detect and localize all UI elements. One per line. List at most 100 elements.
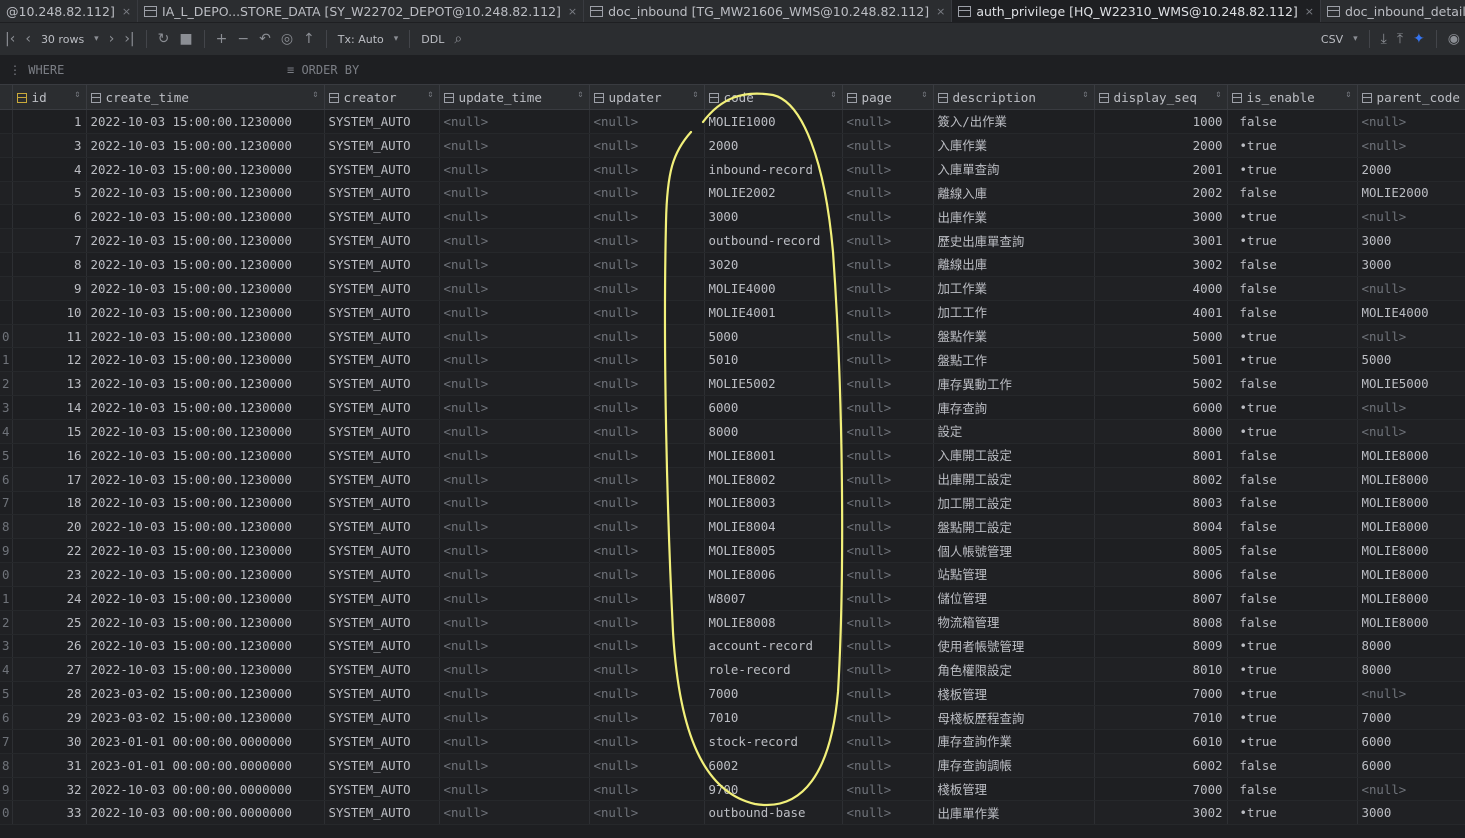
last-page-icon[interactable]: ›| <box>119 31 139 47</box>
cell-is_enable[interactable]: •true <box>1227 228 1358 254</box>
sort-icon[interactable]: ⇕ <box>312 89 318 100</box>
cell-description[interactable]: 離線入庫 <box>933 181 1095 206</box>
cell-creator[interactable]: SYSTEM_AUTO <box>324 467 440 492</box>
close-icon[interactable]: × <box>936 5 945 18</box>
rows-count-dropdown[interactable]: 30 rows <box>36 33 89 46</box>
cell-creator[interactable]: SYSTEM_AUTO <box>324 610 440 635</box>
prev-page-icon[interactable]: ‹ <box>20 31 36 47</box>
sort-icon[interactable]: ⇕ <box>427 89 433 100</box>
cell-id[interactable]: 33 <box>12 800 87 826</box>
cell-create_time[interactable]: 2022-10-03 15:00:00.1230000 <box>86 204 325 230</box>
cell-update_time[interactable]: <null> <box>439 777 590 802</box>
cell-create_time[interactable]: 2022-10-03 15:00:00.1230000 <box>86 109 325 134</box>
cell-create_time[interactable]: 2022-10-03 15:00:00.1230000 <box>86 324 325 349</box>
cell-is_enable[interactable]: •true <box>1227 634 1358 659</box>
cell-code[interactable]: MOLIE4000 <box>704 276 843 301</box>
cell-parent_code[interactable]: 8000 <box>1357 657 1465 683</box>
cell-code[interactable]: inbound-record <box>704 157 843 182</box>
cell-code[interactable]: 3020 <box>704 252 843 277</box>
cell-is_enable[interactable]: false <box>1227 181 1358 206</box>
cell-creator[interactable]: SYSTEM_AUTO <box>324 133 440 158</box>
cell-code[interactable]: MOLIE4001 <box>704 300 843 325</box>
cell-id[interactable]: 30 <box>12 729 87 754</box>
cell-updater[interactable]: <null> <box>589 681 705 707</box>
cell-parent_code[interactable]: <null> <box>1357 395 1465 420</box>
cell-display_seq[interactable]: 8004 <box>1094 514 1228 540</box>
sort-icon[interactable]: ⇕ <box>921 89 927 100</box>
cell-creator[interactable]: SYSTEM_AUTO <box>324 371 440 397</box>
cell-update_time[interactable]: <null> <box>439 657 590 683</box>
sort-icon[interactable]: ⇕ <box>1345 89 1351 100</box>
cell-display_seq[interactable]: 3002 <box>1094 252 1228 277</box>
cell-updater[interactable]: <null> <box>589 514 705 540</box>
cell-id[interactable]: 24 <box>12 586 87 611</box>
cell-creator[interactable]: SYSTEM_AUTO <box>324 395 440 420</box>
cell-display_seq[interactable]: 6010 <box>1094 729 1228 754</box>
cell-page[interactable]: <null> <box>842 514 934 540</box>
table-row[interactable]: 5 28 2023-03-02 15:00:00.1230000 SYSTEM_AUT… <box>0 681 1465 707</box>
cell-is_enable[interactable]: false <box>1227 491 1358 516</box>
cell-create_time[interactable]: 2022-10-03 15:00:00.1230000 <box>86 300 325 325</box>
submit-icon[interactable]: ↑ <box>298 31 320 47</box>
cell-page[interactable]: <null> <box>842 562 934 587</box>
cell-create_time[interactable]: 2023-03-02 15:00:00.1230000 <box>86 681 325 707</box>
cell-description[interactable]: 儲位管理 <box>933 586 1095 611</box>
cell-description[interactable]: 角色權限設定 <box>933 657 1095 683</box>
cell-page[interactable]: <null> <box>842 395 934 420</box>
cell-code[interactable]: 8000 <box>704 419 843 444</box>
cell-is_enable[interactable]: false <box>1227 586 1358 611</box>
cell-updater[interactable]: <null> <box>589 419 705 444</box>
cell-updater[interactable]: <null> <box>589 562 705 587</box>
cell-description[interactable]: 入庫開工設定 <box>933 443 1095 468</box>
cell-display_seq[interactable]: 5001 <box>1094 347 1228 373</box>
table-row[interactable]: 2 25 2022-10-03 15:00:00.1230000 SYSTEM_AUT… <box>0 610 1465 635</box>
tab-3[interactable]: auth_privilege [HQ_W22310_WMS@10.248.82.… <box>952 0 1322 22</box>
table-row[interactable]: 2 13 2022-10-03 15:00:00.1230000 SYSTEM_AUT… <box>0 371 1465 397</box>
cell-parent_code[interactable]: 3000 <box>1357 252 1465 277</box>
cell-parent_code[interactable]: <null> <box>1357 324 1465 349</box>
cell-updater[interactable]: <null> <box>589 395 705 420</box>
cell-code[interactable]: MOLIE8001 <box>704 443 843 468</box>
cell-parent_code[interactable]: 2000 <box>1357 157 1465 182</box>
cell-updater[interactable]: <null> <box>589 491 705 516</box>
cell-creator[interactable]: SYSTEM_AUTO <box>324 538 440 564</box>
cell-page[interactable]: <null> <box>842 681 934 707</box>
cell-create_time[interactable]: 2022-10-03 15:00:00.1230000 <box>86 347 325 373</box>
cell-creator[interactable]: SYSTEM_AUTO <box>324 252 440 277</box>
cell-update_time[interactable]: <null> <box>439 562 590 587</box>
cell-page[interactable]: <null> <box>842 371 934 397</box>
cell-description[interactable]: 庫存異動工作 <box>933 371 1095 397</box>
cell-update_time[interactable]: <null> <box>439 133 590 158</box>
cell-display_seq[interactable]: 8005 <box>1094 538 1228 564</box>
cell-parent_code[interactable]: <null> <box>1357 133 1465 158</box>
cell-code[interactable]: 9700 <box>704 777 843 802</box>
cell-update_time[interactable]: <null> <box>439 276 590 301</box>
cell-is_enable[interactable]: false <box>1227 252 1358 277</box>
cell-code[interactable]: 6002 <box>704 753 843 778</box>
cell-description[interactable]: 設定 <box>933 419 1095 444</box>
cell-updater[interactable]: <null> <box>589 634 705 659</box>
cell-update_time[interactable]: <null> <box>439 538 590 564</box>
table-row[interactable]: 0 33 2022-10-03 00:00:00.0000000 SYSTEM_AUT… <box>0 800 1465 826</box>
cell-description[interactable]: 歷史出庫單查詢 <box>933 228 1095 254</box>
cell-create_time[interactable]: 2022-10-03 15:00:00.1230000 <box>86 157 325 182</box>
cell-creator[interactable]: SYSTEM_AUTO <box>324 514 440 540</box>
close-icon[interactable]: × <box>568 5 577 18</box>
column-header-is_enable[interactable]: is_enable ⇕ <box>1227 85 1358 110</box>
pin-icon[interactable]: ✦ <box>1408 31 1430 47</box>
cell-page[interactable]: <null> <box>842 181 934 206</box>
cell-page[interactable]: <null> <box>842 300 934 325</box>
cell-display_seq[interactable]: 7010 <box>1094 705 1228 730</box>
search-icon[interactable]: ⌕ <box>449 31 467 47</box>
cell-page[interactable]: <null> <box>842 109 934 134</box>
cell-update_time[interactable]: <null> <box>439 371 590 397</box>
table-row[interactable]: 5 16 2022-10-03 15:00:00.1230000 SYSTEM_AUT… <box>0 443 1465 468</box>
cell-creator[interactable]: SYSTEM_AUTO <box>324 705 440 730</box>
cell-code[interactable]: MOLIE5002 <box>704 371 843 397</box>
cell-id[interactable]: 26 <box>12 634 87 659</box>
cell-create_time[interactable]: 2023-03-02 15:00:00.1230000 <box>86 705 325 730</box>
sort-icon[interactable]: ⇕ <box>692 89 698 100</box>
cell-page[interactable]: <null> <box>842 586 934 611</box>
cell-creator[interactable]: SYSTEM_AUTO <box>324 204 440 230</box>
cell-display_seq[interactable]: 8000 <box>1094 419 1228 444</box>
